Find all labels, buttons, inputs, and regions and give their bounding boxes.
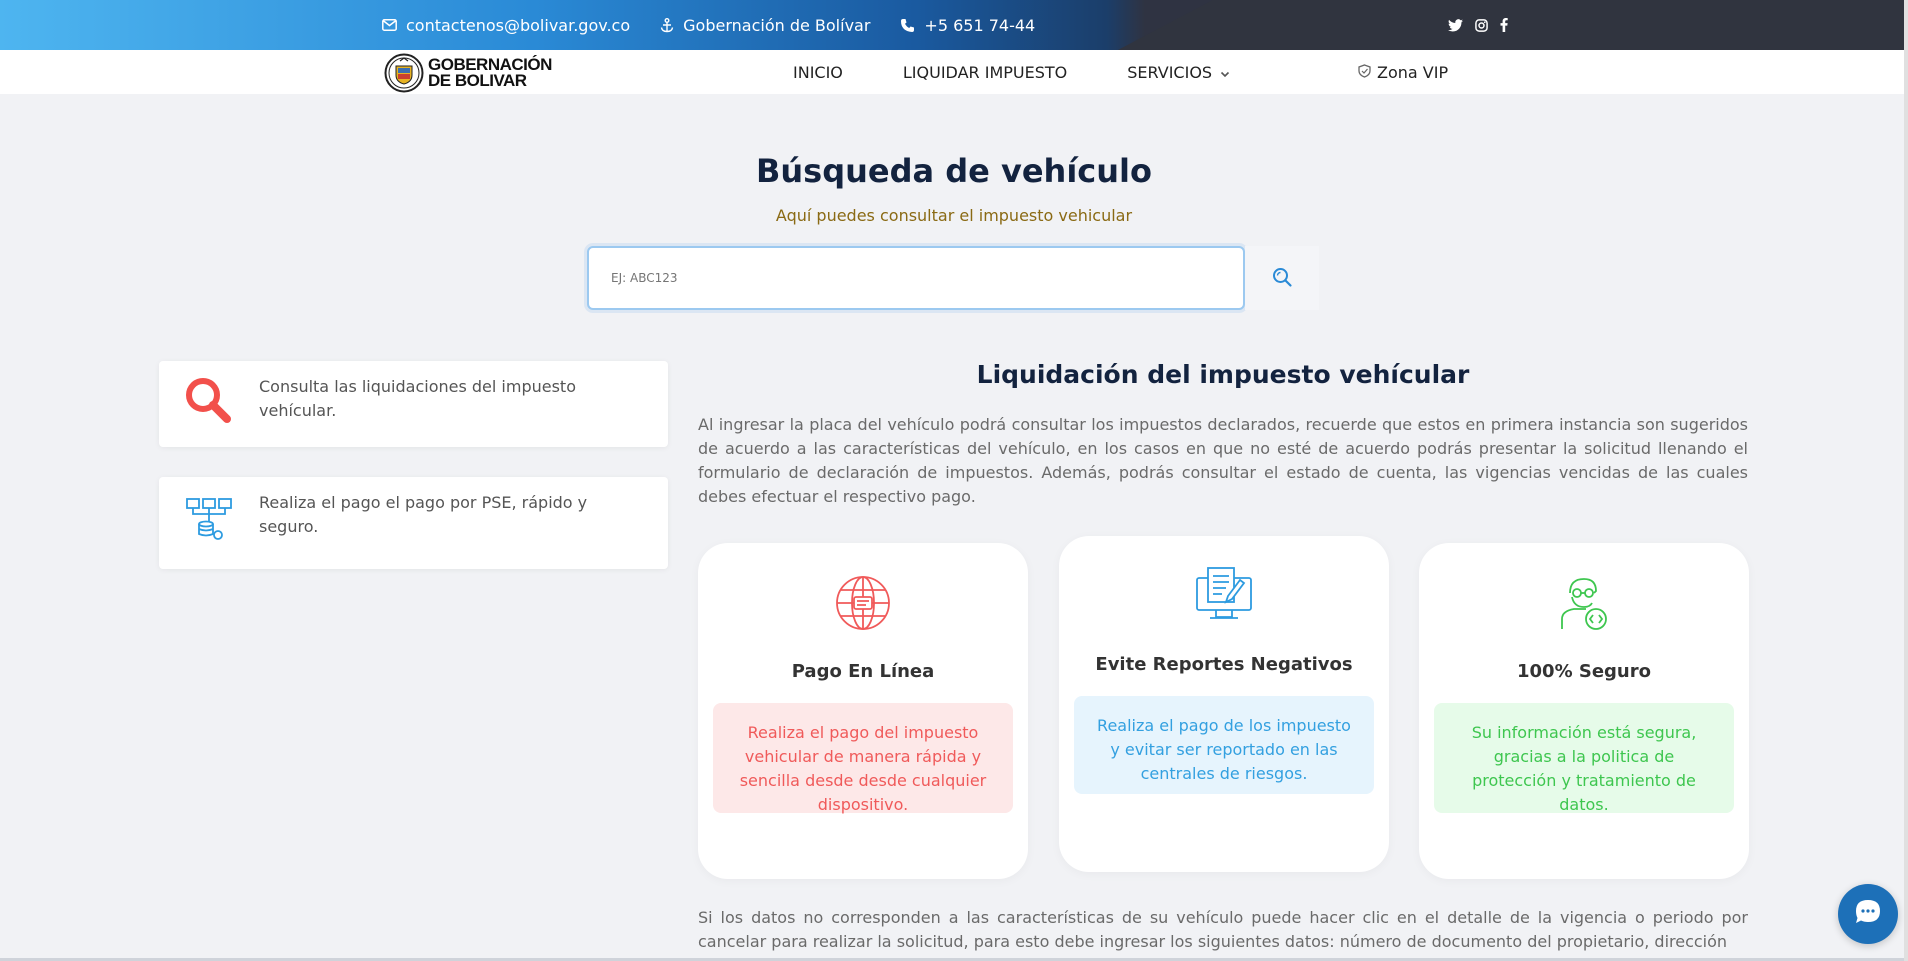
nav-item-label: LIQUIDAR IMPUESTO — [902, 62, 1068, 82]
phone-icon — [900, 18, 915, 33]
card-title: Pago En Línea — [791, 661, 935, 682]
search-icon — [1271, 266, 1293, 291]
nav-item-inicio[interactable]: INICIO — [793, 63, 843, 82]
nav-item-label: SERVICIOS — [1127, 62, 1213, 82]
card-title: Evite Reportes Negativos — [1095, 654, 1353, 675]
logo-line-2: DE BOLIVAR — [428, 71, 527, 90]
feature-card-pago-pse: Realiza el pago el pago por PSE, rápido … — [159, 477, 668, 569]
search-icon — [159, 361, 259, 429]
search-subtitle: Aquí puedes consultar el impuesto vehicu… — [775, 206, 1133, 225]
feature-text: Realiza el pago el pago por PSE, rápido … — [259, 493, 588, 536]
monitor-document-icon — [1059, 566, 1389, 622]
search-title: Búsqueda de vehículo — [755, 152, 1152, 190]
contact-info: contactenos@bolivar.gov.co Gobernación d… — [382, 0, 1035, 50]
contact-org-text: Gobernación de Bolívar — [683, 15, 871, 35]
card-description: Su información está segura, gracias a la… — [1434, 703, 1734, 814]
contact-phone[interactable]: +5 651 74-44 — [900, 16, 1035, 35]
contact-org: Gobernación de Bolívar — [660, 16, 870, 35]
nav-menu: INICIO LIQUIDAR IMPUESTO SERVICIOS — [793, 50, 1290, 94]
benefit-card-evite-reportes: Evite Reportes Negativos Realiza el pago… — [1059, 536, 1389, 872]
contact-email[interactable]: contactenos@bolivar.gov.co — [382, 16, 630, 35]
section-paragraph-intro: Al ingresar la placa del vehículo podrá … — [698, 415, 1748, 506]
contact-email-text: contactenos@bolivar.gov.co — [406, 15, 631, 35]
card-description: Realiza el pago de los impuesto y evitar… — [1074, 696, 1374, 794]
chevron-down-icon — [1220, 63, 1230, 82]
network-icon — [159, 477, 259, 545]
logo-text: GOBERNACIÓN DE BOLIVAR — [428, 56, 552, 90]
contact-phone-text: +5 651 74-44 — [924, 15, 1036, 35]
globe-icon — [698, 573, 1028, 633]
feature-text: Consulta las liquidaciones del impuesto … — [259, 377, 576, 420]
benefit-card-100-seguro: 100% Seguro Su información está segura, … — [1419, 543, 1749, 879]
instagram-icon[interactable] — [1475, 18, 1488, 32]
feature-card-consulta: Consulta las liquidaciones del impuesto … — [159, 361, 668, 447]
search-button[interactable] — [1245, 246, 1319, 310]
site-logo[interactable]: GOBERNACIÓN DE BOLIVAR — [384, 53, 552, 93]
zona-vip-link[interactable]: Zona VIP — [1358, 50, 1448, 94]
card-title: 100% Seguro — [1517, 661, 1651, 682]
social-links — [1448, 0, 1508, 50]
page-scrollbar[interactable] — [1904, 0, 1908, 961]
shield-icon — [1358, 63, 1371, 82]
section-paragraph-correction: Si los datos no corresponden a las carac… — [698, 908, 1748, 951]
main-navbar: GOBERNACIÓN DE BOLIVAR INICIO LIQUIDAR I… — [0, 50, 1908, 94]
nav-item-label: INICIO — [793, 62, 843, 82]
section-title: Liquidación del impuesto vehícular — [976, 360, 1470, 389]
topbar-dark-section — [1118, 0, 1908, 50]
coat-of-arms-icon — [384, 53, 424, 93]
plate-search-input[interactable] — [587, 246, 1245, 310]
vehicle-search-form — [587, 246, 1319, 310]
anchor-icon — [660, 17, 674, 33]
chat-bubble-icon — [1853, 897, 1883, 931]
facebook-icon[interactable] — [1500, 18, 1508, 32]
zona-vip-label: Zona VIP — [1377, 62, 1449, 82]
envelope-icon — [382, 19, 397, 31]
top-contact-bar: contactenos@bolivar.gov.co Gobernación d… — [0, 0, 1908, 50]
nav-item-servicios[interactable]: SERVICIOS — [1127, 63, 1230, 82]
nav-item-liquidar-impuesto[interactable]: LIQUIDAR IMPUESTO — [903, 63, 1067, 82]
card-description: Realiza el pago del impuesto vehicular d… — [713, 703, 1013, 814]
benefit-card-pago-en-linea: Pago En Línea Realiza el pago del impues… — [698, 543, 1028, 879]
chat-widget-button[interactable] — [1838, 884, 1898, 944]
twitter-icon[interactable] — [1448, 18, 1463, 32]
developer-user-icon — [1419, 573, 1749, 633]
